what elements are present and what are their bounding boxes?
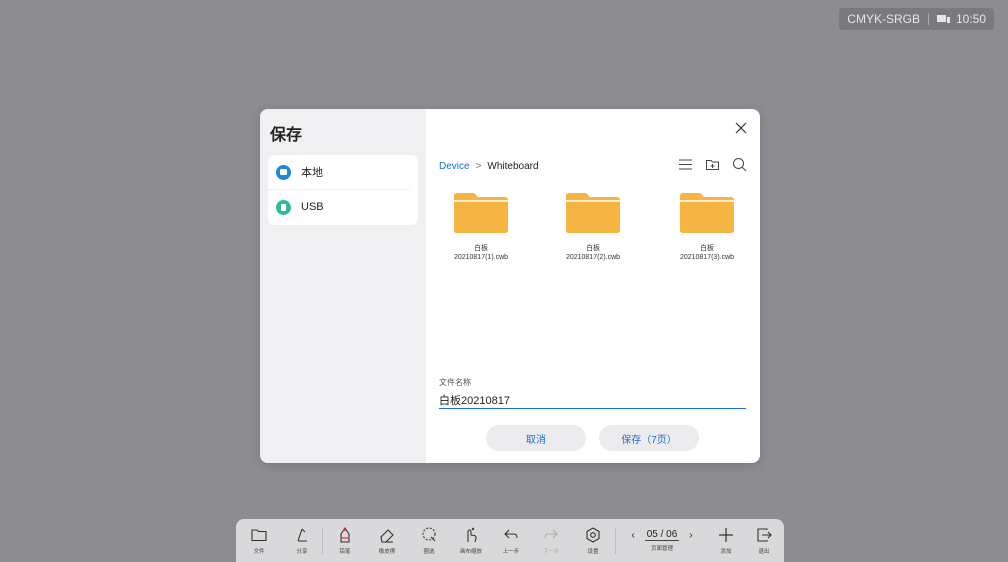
color-mode-label: CMYK-SRGB — [847, 12, 920, 26]
file-item[interactable]: 白板 20210817(3).cwb — [652, 193, 760, 262]
cancel-button[interactable]: 取消 — [486, 425, 586, 451]
select-button[interactable]: 圈选 — [407, 526, 451, 555]
settings-button[interactable]: 设置 — [571, 526, 615, 555]
file-label: 文件 — [253, 549, 265, 555]
exit-icon — [757, 528, 772, 542]
close-icon[interactable] — [735, 122, 747, 134]
plus-icon — [719, 528, 733, 542]
add-page-button[interactable]: 添加 — [708, 526, 744, 555]
eraser-button[interactable]: 橡皮擦 — [367, 526, 407, 555]
file-name: 白板 20210817(3).cwb — [652, 244, 760, 262]
bottom-toolbar: 文件 分享 铅笔 橡皮擦 圈选 画布缩放 上一步 下一步 设置 ‹ 05 / 0… — [236, 519, 784, 562]
file-panel: Device > Whiteboard 白板 20210817(1).cwb 白… — [426, 109, 760, 463]
undo-label: 上一步 — [502, 549, 520, 555]
folder-icon — [276, 164, 291, 180]
folder-icon — [680, 193, 734, 233]
prev-page-icon[interactable]: ‹ — [631, 530, 634, 541]
share-icon — [297, 528, 307, 542]
share-label: 分享 — [296, 549, 308, 555]
file-item[interactable]: 白板 20210817(1).cwb — [426, 193, 536, 262]
hand-icon — [467, 527, 477, 543]
file-button[interactable]: 文件 — [236, 526, 282, 555]
location-list: 本地 USB — [268, 155, 418, 225]
file-name-line1: 白板 — [586, 245, 600, 252]
folder-icon — [454, 193, 508, 233]
pencil-icon — [340, 527, 350, 543]
add-label: 添加 — [720, 549, 732, 555]
settings-label: 设置 — [587, 549, 599, 555]
search-icon[interactable] — [732, 157, 747, 172]
status-bar: CMYK-SRGB 10:50 — [839, 8, 994, 30]
eraser-icon — [380, 529, 394, 543]
file-name-line2: 20210817(1).cwb — [453, 254, 509, 261]
exit-label: 退出 — [758, 549, 770, 555]
new-folder-icon[interactable] — [705, 157, 720, 172]
file-name-line1: 白板 — [700, 245, 714, 252]
pencil-button[interactable]: 铅笔 — [323, 526, 367, 555]
dialog-title: 保存 — [270, 127, 303, 144]
folder-icon — [566, 193, 620, 233]
gear-icon — [586, 527, 600, 543]
page-manage-label[interactable]: 页面管理 — [651, 544, 673, 552]
breadcrumb-current: Whiteboard — [487, 161, 539, 172]
pencil-label: 铅笔 — [339, 549, 351, 555]
breadcrumb-root[interactable]: Device — [439, 161, 470, 172]
file-name: 白板 20210817(1).cwb — [426, 244, 536, 262]
location-label: USB — [301, 201, 324, 213]
select-label: 圈选 — [423, 549, 435, 555]
file-item[interactable]: 白板 20210817(2).cwb — [538, 193, 648, 262]
file-name: 白板 20210817(2).cwb — [538, 244, 648, 262]
redo-button[interactable]: 下一步 — [531, 526, 571, 555]
screen-icon — [936, 15, 950, 23]
file-name-line2: 20210817(3).cwb — [679, 254, 735, 261]
canvas-zoom-button[interactable]: 画布缩放 — [451, 526, 491, 555]
pager: ‹ 05 / 06 › — [631, 529, 693, 541]
status-separator — [927, 13, 929, 25]
folder-outline-icon — [251, 529, 267, 542]
exit-button[interactable]: 退出 — [744, 526, 784, 555]
next-page-icon[interactable]: › — [689, 530, 692, 541]
file-name-line2: 20210817(2).cwb — [565, 254, 621, 261]
undo-icon — [504, 529, 518, 539]
eraser-label: 橡皮擦 — [378, 549, 396, 555]
redo-label: 下一步 — [542, 549, 560, 555]
clock: 10:50 — [955, 12, 986, 26]
lasso-select-icon — [422, 527, 436, 542]
page-manager: ‹ 05 / 06 › 页面管理 — [616, 529, 708, 552]
usb-icon — [276, 199, 291, 215]
share-button[interactable]: 分享 — [282, 526, 322, 555]
file-tools — [678, 157, 747, 172]
location-panel: 保存 本地 USB — [260, 109, 426, 463]
canvas-zoom-label: 画布缩放 — [459, 549, 482, 555]
location-local[interactable]: 本地 — [268, 155, 418, 189]
save-button[interactable]: 保存（7页） — [599, 425, 699, 451]
undo-button[interactable]: 上一步 — [491, 526, 531, 555]
redo-icon — [544, 529, 558, 539]
list-view-icon[interactable] — [678, 157, 693, 172]
breadcrumb: Device > Whiteboard — [439, 161, 539, 172]
file-name-line1: 白板 — [474, 245, 488, 252]
location-label: 本地 — [301, 167, 323, 179]
page-number[interactable]: 05 / 06 — [644, 529, 680, 541]
filename-label: 文件名称 — [439, 378, 471, 387]
breadcrumb-separator: > — [475, 161, 482, 172]
location-usb[interactable]: USB — [268, 189, 410, 224]
filename-input[interactable] — [439, 392, 746, 409]
save-dialog: 保存 本地 USB Device > Whiteboard 白板 2021081… — [260, 109, 760, 463]
